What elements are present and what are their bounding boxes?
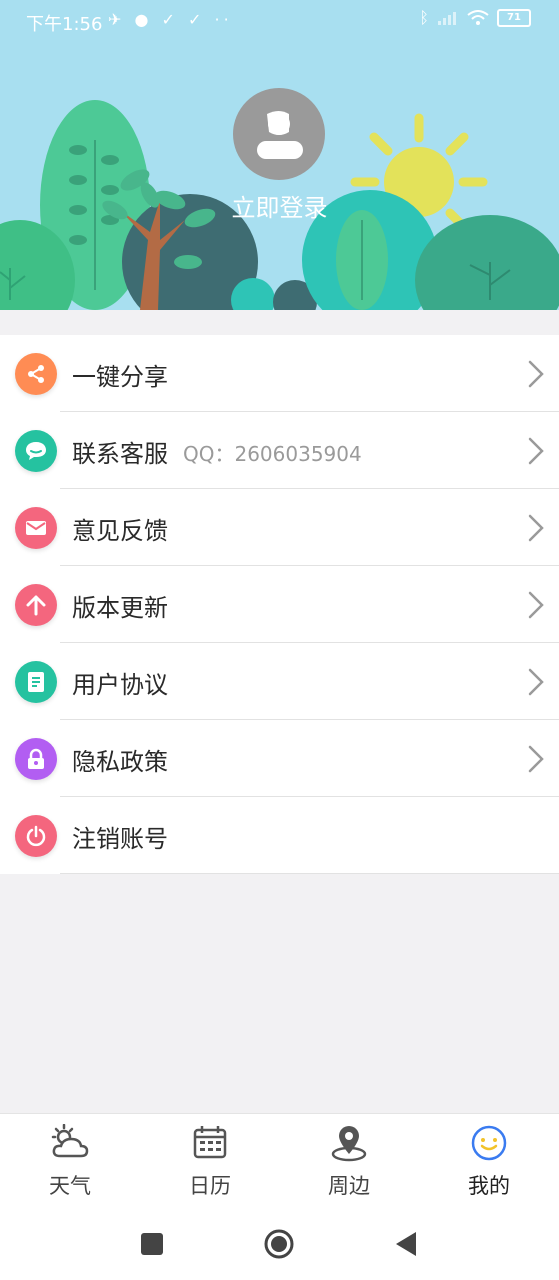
nav-item-calendar[interactable]: 日历 — [140, 1114, 280, 1209]
battery-indicator: 71 — [497, 8, 531, 27]
notification-icons: ✈ ● ✓ ✓ ·· — [108, 10, 233, 29]
share-icon — [15, 353, 57, 395]
weather-icon — [51, 1124, 89, 1158]
chevron-right-icon — [527, 513, 545, 547]
chevron-right-icon — [527, 590, 545, 624]
nav-label-nearby: 周边 — [328, 1174, 370, 1198]
menu-item-user-agreement[interactable]: 用户协议 — [0, 643, 559, 720]
login-button[interactable]: 立即登录 — [0, 188, 559, 223]
recent-apps-icon[interactable] — [140, 1232, 164, 1256]
menu-item-deactivate-account[interactable]: 注销账号 — [0, 797, 559, 874]
chevron-right-icon — [527, 667, 545, 701]
lock-icon — [15, 738, 57, 780]
wifi-icon — [467, 9, 489, 25]
avatar[interactable] — [233, 88, 325, 180]
mail-icon — [15, 507, 57, 549]
document-icon — [15, 661, 57, 703]
bottom-navigation: 天气 日历 周边 我的 — [0, 1113, 559, 1209]
chevron-right-icon — [527, 359, 545, 393]
menu-item-label: 一键分享 — [72, 363, 168, 391]
back-icon[interactable] — [394, 1230, 418, 1258]
status-bar: 下午1:56 ✈ ● ✓ ✓ ·· ᛒ 71 — [0, 0, 559, 44]
menu-item-privacy-policy[interactable]: 隐私政策 — [0, 720, 559, 797]
nav-item-mine[interactable]: 我的 — [419, 1114, 559, 1209]
nav-label-mine: 我的 — [468, 1174, 510, 1198]
smiley-face-icon — [471, 1125, 507, 1161]
profile-header: 下午1:56 ✈ ● ✓ ✓ ·· ᛒ 71 立即登录 — [0, 0, 559, 310]
system-navigation-bar — [0, 1208, 559, 1280]
settings-menu: 一键分享联系客服 QQ：2606035904 意见反馈版本更新用户协议隐私政策注销账… — [0, 335, 559, 874]
menu-item-subtext: QQ：2606035904 — [183, 442, 362, 466]
system-status-icons: ᛒ 71 — [419, 8, 531, 27]
menu-item-version-update[interactable]: 版本更新 — [0, 566, 559, 643]
menu-item-label: 隐私政策 — [72, 748, 168, 776]
bluetooth-icon: ᛒ — [419, 8, 429, 27]
chevron-right-icon — [527, 744, 545, 778]
home-icon[interactable] — [263, 1228, 295, 1260]
divider — [60, 873, 559, 874]
nav-item-nearby[interactable]: 周边 — [279, 1114, 419, 1209]
nav-label-calendar: 日历 — [189, 1174, 231, 1198]
chat-icon — [15, 430, 57, 472]
menu-item-label: 用户协议 — [72, 671, 168, 699]
upload-arrow-icon — [15, 584, 57, 626]
location-pin-icon — [331, 1126, 367, 1162]
status-time: 下午1:56 — [26, 14, 103, 35]
menu-item-label: 注销账号 — [72, 825, 168, 853]
menu-item-label: 版本更新 — [72, 594, 168, 622]
nav-label-weather: 天气 — [49, 1174, 91, 1198]
user-silhouette-icon — [257, 111, 303, 159]
menu-item-customer-service[interactable]: 联系客服 QQ：2606035904 — [0, 412, 559, 489]
chevron-right-icon — [527, 436, 545, 470]
power-icon — [15, 815, 57, 857]
menu-item-feedback[interactable]: 意见反馈 — [0, 489, 559, 566]
signal-icon — [438, 11, 456, 25]
menu-item-label: 意见反馈 — [72, 517, 168, 545]
menu-item-share[interactable]: 一键分享 — [0, 335, 559, 412]
calendar-icon — [193, 1126, 227, 1159]
nav-item-weather[interactable]: 天气 — [0, 1114, 140, 1209]
menu-item-label: 联系客服 — [72, 440, 168, 468]
